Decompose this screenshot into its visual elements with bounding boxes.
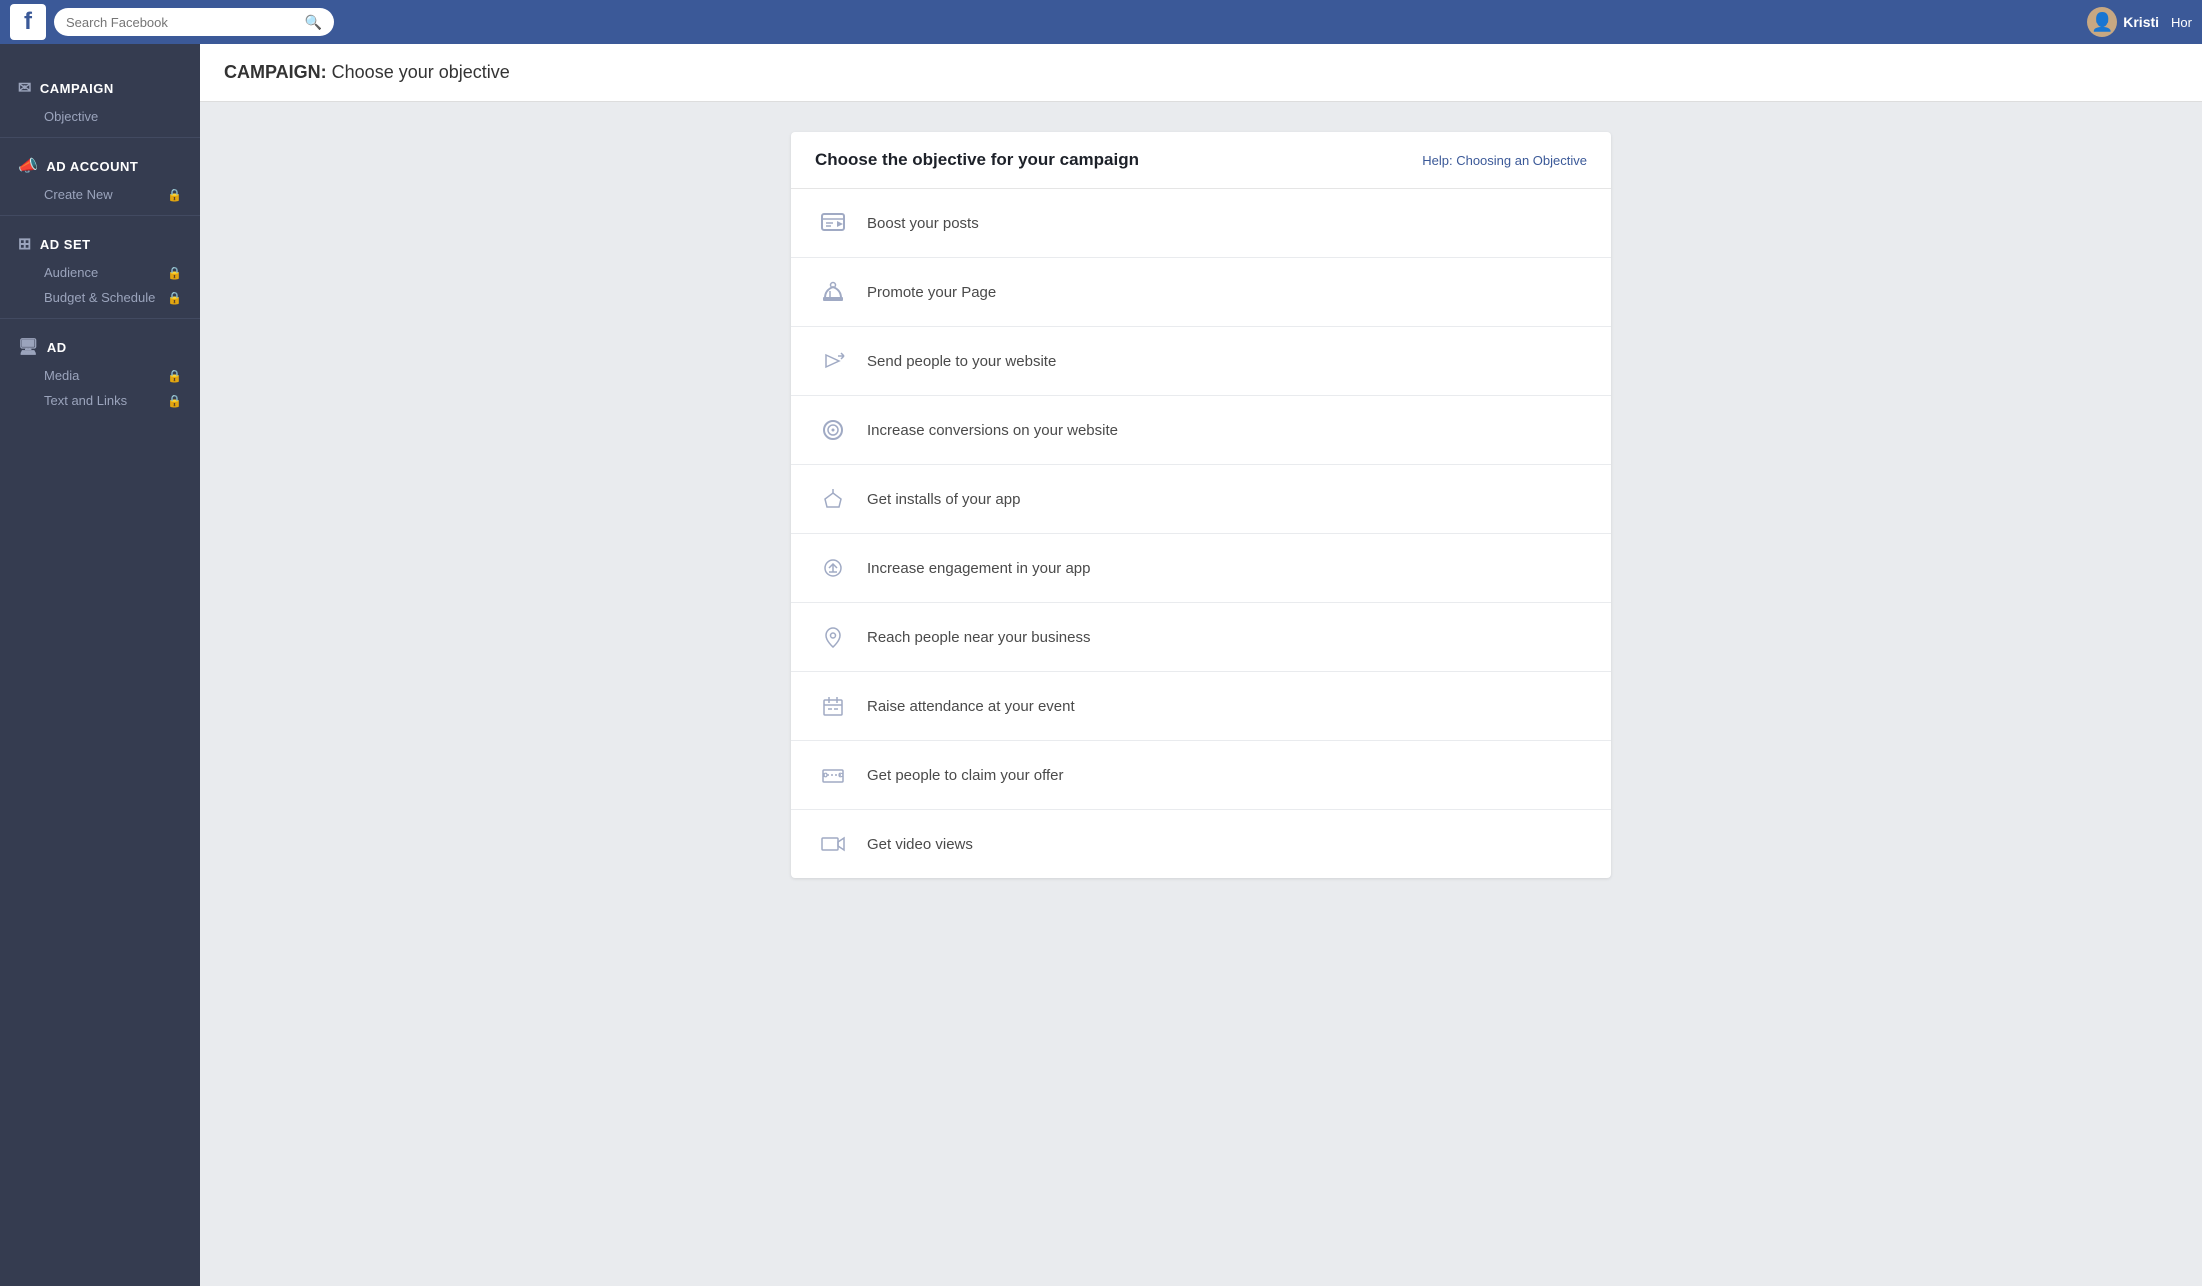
increase-conversions-label: Increase conversions on your website xyxy=(867,422,1118,439)
increase-conversions-icon xyxy=(815,412,851,448)
promote-page-icon xyxy=(815,274,851,310)
top-navigation: f 🔍 👤 Kristi Hor xyxy=(0,0,2202,44)
avatar: 👤 xyxy=(2087,7,2117,37)
objective-item-claim-offer[interactable]: Get people to claim your offer xyxy=(791,741,1611,810)
lock-icon-create-new: 🔒 xyxy=(167,188,182,202)
nav-user-name: Kristi xyxy=(2123,14,2159,30)
objective-item-increase-engagement[interactable]: Increase engagement in your app xyxy=(791,534,1611,603)
search-input[interactable] xyxy=(66,15,305,30)
search-bar[interactable]: 🔍 xyxy=(54,8,334,36)
get-installs-icon xyxy=(815,481,851,517)
boost-posts-label: Boost your posts xyxy=(867,215,979,232)
sidebar-ad-header: 🖥 AD xyxy=(0,331,200,363)
main-content: CAMPAIGN: Choose your objective Choose t… xyxy=(200,44,2202,1286)
objective-item-get-installs[interactable]: Get installs of your app xyxy=(791,465,1611,534)
media-label: Media xyxy=(44,368,79,383)
objective-list: Boost your posts Promote your Page Send … xyxy=(791,189,1611,878)
create-new-label: Create New xyxy=(44,187,113,202)
increase-engagement-icon xyxy=(815,550,851,586)
sidebar-ad-account-label: AD ACCOUNT xyxy=(46,159,138,174)
page-header-bold: CAMPAIGN: xyxy=(224,62,327,82)
lock-icon-audience: 🔒 xyxy=(167,266,182,280)
raise-attendance-label: Raise attendance at your event xyxy=(867,698,1075,715)
reach-people-label: Reach people near your business xyxy=(867,629,1090,646)
objective-label: Objective xyxy=(44,109,98,124)
sidebar-ad-set-header: ⊞ AD SET xyxy=(0,228,200,260)
lock-icon-budget: 🔒 xyxy=(167,291,182,305)
lock-icon-media: 🔒 xyxy=(167,369,182,383)
sidebar-ad-label: AD xyxy=(47,340,67,355)
facebook-f-letter: f xyxy=(24,10,32,34)
sidebar-item-media[interactable]: Media 🔒 xyxy=(0,363,200,388)
increase-engagement-label: Increase engagement in your app xyxy=(867,560,1090,577)
sidebar-section-ad-account: 📣 AD ACCOUNT Create New 🔒 xyxy=(0,138,200,216)
campaign-icon: ✉ xyxy=(18,78,32,98)
sidebar-item-budget-schedule[interactable]: Budget & Schedule 🔒 xyxy=(0,285,200,310)
app-layout: ✉ CAMPAIGN Objective 📣 AD ACCOUNT Create… xyxy=(0,44,2202,1286)
budget-schedule-label: Budget & Schedule xyxy=(44,290,155,305)
nav-right-area: 👤 Kristi Hor xyxy=(2087,7,2192,37)
video-views-icon xyxy=(815,826,851,862)
objective-item-boost-posts[interactable]: Boost your posts xyxy=(791,189,1611,258)
sidebar-campaign-header: ✉ CAMPAIGN xyxy=(0,72,200,104)
reach-people-icon xyxy=(815,619,851,655)
get-installs-label: Get installs of your app xyxy=(867,491,1020,508)
objective-card-header: Choose the objective for your campaign H… xyxy=(791,132,1611,189)
nav-home-label[interactable]: Hor xyxy=(2171,15,2192,30)
objective-item-raise-attendance[interactable]: Raise attendance at your event xyxy=(791,672,1611,741)
objective-item-video-views[interactable]: Get video views xyxy=(791,810,1611,878)
objective-item-send-to-website[interactable]: Send people to your website xyxy=(791,327,1611,396)
sidebar: ✉ CAMPAIGN Objective 📣 AD ACCOUNT Create… xyxy=(0,44,200,1286)
sidebar-section-ad-set: ⊞ AD SET Audience 🔒 Budget & Schedule 🔒 xyxy=(0,216,200,319)
send-to-website-label: Send people to your website xyxy=(867,353,1056,370)
sidebar-item-audience[interactable]: Audience 🔒 xyxy=(0,260,200,285)
ad-icon: 🖥 xyxy=(18,337,39,357)
video-views-label: Get video views xyxy=(867,836,973,853)
send-to-website-icon xyxy=(815,343,851,379)
content-area: Choose the objective for your campaign H… xyxy=(200,102,2202,908)
objective-item-increase-conversions[interactable]: Increase conversions on your website xyxy=(791,396,1611,465)
page-header-rest: Choose your objective xyxy=(327,62,510,82)
claim-offer-icon xyxy=(815,757,851,793)
help-link[interactable]: Help: Choosing an Objective xyxy=(1422,153,1587,168)
objective-item-promote-page[interactable]: Promote your Page xyxy=(791,258,1611,327)
sidebar-item-objective[interactable]: Objective xyxy=(0,104,200,129)
sidebar-item-create-new[interactable]: Create New 🔒 xyxy=(0,182,200,207)
sidebar-item-text-links[interactable]: Text and Links 🔒 xyxy=(0,388,200,413)
objective-item-reach-people[interactable]: Reach people near your business xyxy=(791,603,1611,672)
sidebar-section-ad: 🖥 AD Media 🔒 Text and Links 🔒 xyxy=(0,319,200,421)
text-links-label: Text and Links xyxy=(44,393,127,408)
nav-user[interactable]: 👤 Kristi xyxy=(2087,7,2159,37)
page-header: CAMPAIGN: Choose your objective xyxy=(200,44,2202,102)
promote-page-label: Promote your Page xyxy=(867,284,996,301)
objective-card: Choose the objective for your campaign H… xyxy=(791,132,1611,878)
facebook-logo: f xyxy=(10,4,46,40)
sidebar-ad-account-header: 📣 AD ACCOUNT xyxy=(0,150,200,182)
ad-account-icon: 📣 xyxy=(18,156,38,176)
raise-attendance-icon xyxy=(815,688,851,724)
boost-posts-icon xyxy=(815,205,851,241)
ad-set-icon: ⊞ xyxy=(18,234,32,254)
sidebar-campaign-label: CAMPAIGN xyxy=(40,81,114,96)
sidebar-section-campaign: ✉ CAMPAIGN Objective xyxy=(0,60,200,138)
lock-icon-text-links: 🔒 xyxy=(167,394,182,408)
audience-label: Audience xyxy=(44,265,98,280)
search-icon: 🔍 xyxy=(305,14,322,31)
sidebar-ad-set-label: AD SET xyxy=(40,237,91,252)
objective-card-title: Choose the objective for your campaign xyxy=(815,150,1139,170)
claim-offer-label: Get people to claim your offer xyxy=(867,767,1064,784)
